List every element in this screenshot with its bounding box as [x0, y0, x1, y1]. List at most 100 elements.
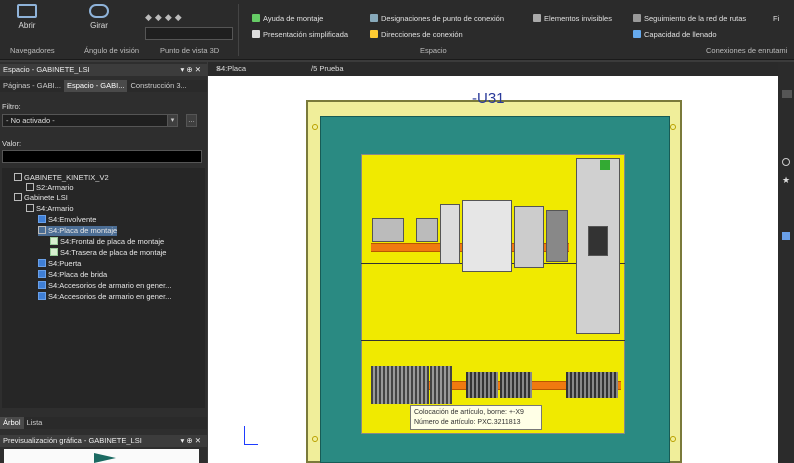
device-label: -U31 [472, 90, 505, 107]
panel-icon[interactable] [782, 90, 792, 98]
enclosure-icon [38, 215, 46, 223]
terminal-block[interactable] [566, 372, 618, 398]
mounting-hole [670, 436, 676, 442]
connection-icon [370, 14, 378, 22]
tab-arbol[interactable]: Árbol [0, 417, 24, 429]
mounting-hole [312, 436, 318, 442]
tab-paginas[interactable]: Páginas - GABI... [0, 80, 64, 92]
axis-y [244, 426, 245, 444]
group-navegadores: Navegadores [10, 46, 55, 55]
tree-node[interactable]: GABINETE_KINETIX_V2 [14, 173, 109, 183]
group-conexiones: Conexiones de enrutami [706, 46, 788, 55]
accessory-icon [38, 292, 46, 300]
valor-label: Valor: [2, 139, 22, 148]
accessory-icon [38, 281, 46, 289]
seguimiento-item[interactable]: Seguimiento de la red de rutas [633, 14, 746, 23]
chevron-down-icon[interactable]: ▾ [167, 114, 178, 127]
controller[interactable] [462, 200, 512, 272]
terminal-block-selected[interactable] [430, 366, 452, 404]
route-icon [633, 14, 641, 22]
star-icon[interactable]: ★ [782, 175, 790, 186]
axis-x [244, 444, 258, 445]
flange-icon [38, 270, 46, 278]
plate-line [361, 340, 625, 341]
invisible-icon [533, 14, 541, 22]
mounting-hole [312, 124, 318, 130]
panel-controls[interactable]: ▾ ⊕ ✕ [180, 64, 201, 76]
terminal-block[interactable] [371, 366, 429, 404]
filter-options-button[interactable]: … [186, 114, 197, 127]
group-espacio: Espacio [420, 46, 447, 55]
status-led [600, 160, 610, 170]
fi-item[interactable]: Fi [773, 14, 779, 23]
io-module[interactable] [546, 210, 568, 262]
cabinet-icon [14, 173, 22, 181]
space-tree: GABINETE_KINETIX_V2 S2:Armario Gabinete … [2, 168, 205, 408]
tree-node[interactable]: S4:Trasera de placa de montaje [50, 248, 166, 258]
tree-node-selected[interactable]: S4:Placa de montaje [38, 226, 118, 236]
tree-node[interactable]: S4:Envolvente [38, 215, 96, 225]
cabinet-icon [26, 204, 34, 212]
tree-node[interactable]: S4:Puerta [38, 259, 81, 269]
tooltip: Colocación de artículo, borne: +-X9 Núme… [410, 405, 542, 430]
tree-node[interactable]: S4:Armario [26, 204, 74, 214]
preview-controls[interactable]: ▾ ⊕ ✕ [180, 435, 201, 447]
cabinet-icon [14, 193, 22, 201]
ayuda-montaje-item[interactable]: Ayuda de montaje [252, 14, 323, 23]
cabinet-icon [26, 183, 34, 191]
bottom-tabs: Árbol Lista [0, 417, 207, 429]
ribbon: Abrir Girar ◆◆◆◆ Ayuda de montaje Presen… [0, 0, 794, 60]
pen-icon [252, 30, 260, 38]
mount-icon [252, 14, 260, 22]
tree-node[interactable]: Gabinete LSI [14, 193, 68, 203]
tree-node[interactable]: S4:Accesorios de armario en gener... [38, 281, 171, 291]
panel-tabs: Páginas - GABI... Espacio - GABI... Constr… [0, 80, 207, 92]
tree-node[interactable]: S4:Accesorios de armario en gener... [38, 292, 171, 302]
io-module[interactable] [514, 206, 544, 268]
abrir-button[interactable]: Abrir [14, 4, 40, 30]
tree-node[interactable]: S4:Placa de brida [38, 270, 107, 280]
filtro-dropdown[interactable]: - No activado - [2, 114, 178, 127]
valor-input[interactable] [2, 150, 202, 163]
open-icon [17, 4, 37, 18]
group-angulo: Ángulo de visión [84, 46, 140, 55]
terminal-block[interactable] [500, 372, 532, 398]
presentacion-item[interactable]: Presentación simplificada [252, 30, 348, 39]
tab-lista[interactable]: Lista [24, 417, 46, 429]
power-supply[interactable] [440, 204, 460, 264]
plate-front-icon [50, 237, 58, 245]
group-punto: Punto de vista 3D [160, 46, 220, 55]
preview-area [4, 449, 199, 463]
circuit-breaker[interactable] [372, 218, 404, 242]
tree-node[interactable]: S2:Armario [26, 183, 74, 193]
direction-icon [370, 30, 378, 38]
list-icon[interactable] [782, 232, 790, 240]
capacidad-item[interactable]: Capacidad de llenado [633, 30, 717, 39]
rotate-icon [89, 4, 109, 18]
preview-title: Previsualización gráfica - GABINETE_LSI ▾… [0, 435, 207, 447]
direcciones-item[interactable]: Direcciones de conexión [370, 30, 463, 39]
plate-back-icon [50, 248, 58, 256]
elementos-invisibles-item[interactable]: Elementos invisibles [533, 14, 612, 23]
document-tabs: S4:Placa de montaje × /5 Prueba [208, 62, 778, 101]
filtro-label: Filtro: [2, 102, 21, 111]
circuit-breaker[interactable] [416, 218, 438, 242]
close-icon[interactable]: × [213, 62, 223, 76]
right-panel: ★ [778, 62, 794, 463]
plate-icon [38, 226, 46, 234]
circle-icon[interactable] [782, 158, 790, 166]
drive-display [588, 226, 608, 256]
tab-espacio[interactable]: Espacio - GABI... [63, 80, 128, 92]
preview-shape [94, 453, 116, 463]
tree-node[interactable]: S4:Frontal de placa de montaje [50, 237, 164, 247]
space-panel: Espacio - GABINETE_LSI ▾ ⊕ ✕ Páginas - GA… [0, 62, 207, 463]
terminal-block[interactable] [466, 372, 498, 398]
girar-button[interactable]: Girar [84, 4, 114, 30]
tab-prueba[interactable]: /5 Prueba [308, 62, 347, 76]
door-icon [38, 259, 46, 267]
designaciones-item[interactable]: Designaciones de punto de conexión [370, 14, 504, 23]
view-point-icons[interactable]: ◆◆◆◆ [145, 12, 205, 24]
tab-construccion[interactable]: Construcción 3... [127, 80, 189, 92]
view-point-dropdown[interactable] [145, 27, 233, 40]
fill-icon [633, 30, 641, 38]
